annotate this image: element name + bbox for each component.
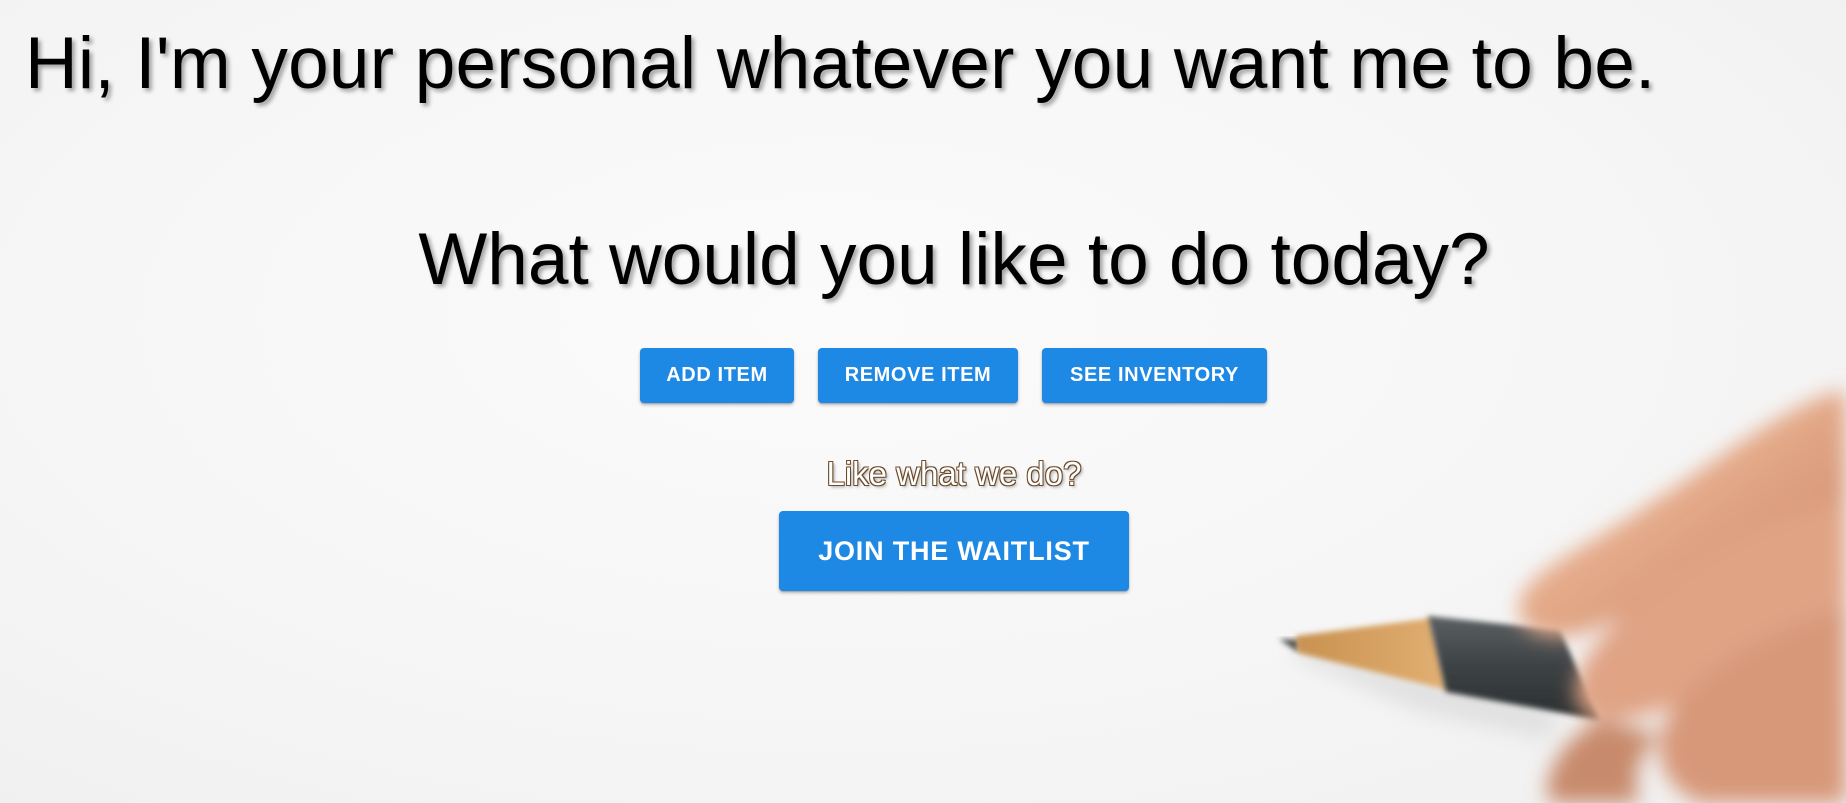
remove-item-button[interactable]: REMOVE ITEM xyxy=(818,348,1018,403)
join-waitlist-button[interactable]: JOIN THE WAITLIST xyxy=(779,511,1129,591)
prompt-heading: What would you like to do today? xyxy=(418,219,1490,300)
cta-text: Like what we do? xyxy=(826,455,1082,492)
see-inventory-button[interactable]: SEE INVENTORY xyxy=(1042,348,1267,403)
page-content: Hi, I'm your personal whatever you want … xyxy=(0,0,1846,803)
action-button-group: ADD ITEM REMOVE ITEM SEE INVENTORY xyxy=(640,348,1267,403)
add-item-button[interactable]: ADD ITEM xyxy=(640,348,794,403)
hero-title: Hi, I'm your personal whatever you want … xyxy=(25,23,1656,104)
